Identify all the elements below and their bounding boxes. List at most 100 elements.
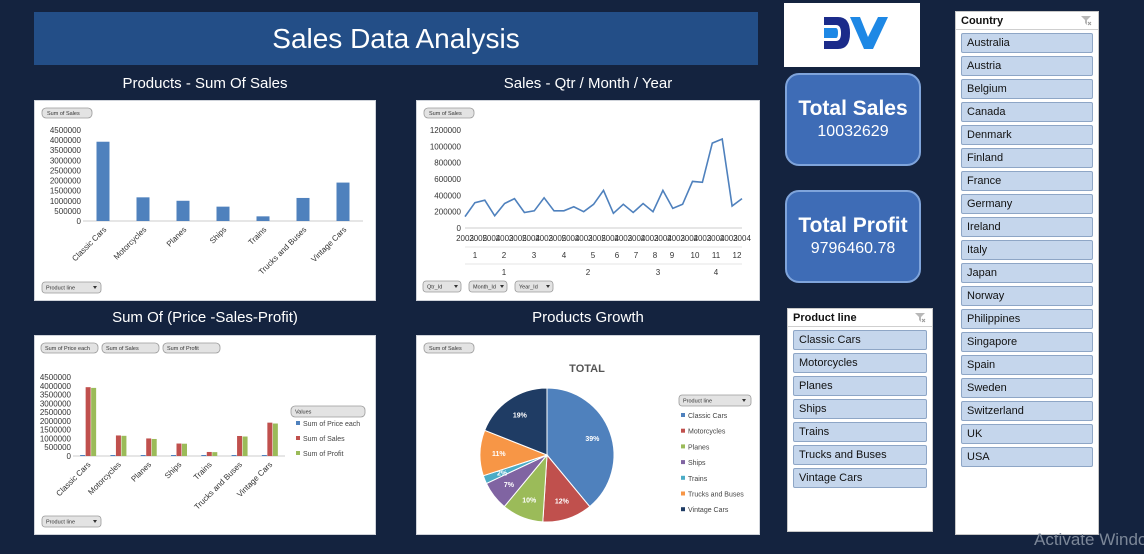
country-slicer[interactable]: Country Australia Austria Belgium Canada Den… [955, 11, 1099, 535]
product-line-legend-filter[interactable]: Product line [678, 394, 752, 407]
legend-swatch [681, 507, 685, 512]
bar[interactable] [110, 455, 116, 456]
bar[interactable] [85, 387, 91, 456]
bar[interactable] [201, 455, 207, 456]
field-button[interactable]: Sum of Sales [101, 342, 160, 354]
product-slicer-item-classic-cars[interactable]: Classic Cars [793, 330, 927, 350]
bar[interactable] [91, 387, 97, 456]
price-sales-profit-title: Sum Of (Price -Sales-Profit) [112, 309, 298, 326]
field-button[interactable]: Sum of Profit [162, 342, 221, 354]
bar[interactable] [216, 206, 230, 221]
month-tick-label: 2 [502, 251, 507, 260]
bar[interactable] [176, 200, 190, 221]
bar[interactable] [261, 455, 267, 456]
field-button-label: Sum of Sales [106, 346, 139, 352]
country-slicer-item-japan[interactable]: Japan [961, 263, 1093, 283]
country-slicer-item-norway[interactable]: Norway [961, 286, 1093, 306]
country-slicer-item-canada[interactable]: Canada [961, 102, 1093, 122]
bar[interactable] [176, 443, 182, 456]
axis-field-filter-monthid[interactable]: Month_Id [468, 280, 508, 293]
sales-line-series [464, 137, 743, 218]
country-slicer-item-usa[interactable]: USA [961, 447, 1093, 467]
products-growth-chart[interactable]: Sum of Sales TOTAL 39% 12% 10% 7% 2% 11% 19% P… [416, 335, 760, 535]
country-slicer-item-belgium[interactable]: Belgium [961, 79, 1093, 99]
bar[interactable] [212, 452, 218, 456]
bar[interactable] [136, 197, 150, 221]
bar[interactable] [151, 438, 157, 456]
products-sales-title: Products - Sum Of Sales [122, 75, 288, 92]
month-tick-label: 9 [670, 251, 675, 260]
x-tick-label: Trains [247, 225, 269, 247]
legend-label: Ships [688, 460, 706, 467]
country-slicer-item-denmark[interactable]: Denmark [961, 125, 1093, 145]
country-slicer-item-australia[interactable]: Australia [961, 33, 1093, 53]
product-slicer-item-trains[interactable]: Trains [793, 422, 927, 442]
filter-label: Qtr_Id [427, 285, 442, 291]
country-slicer-item-austria[interactable]: Austria [961, 56, 1093, 76]
y-tick-label: 3500000 [50, 146, 82, 155]
axis-field-filter-yearid[interactable]: Year_Id [514, 280, 554, 293]
product-slicer-item-ships[interactable]: Ships [793, 399, 927, 419]
y-tick-label: 0 [77, 217, 82, 226]
x-tick-label: Classic Cars [54, 460, 92, 498]
sales-time-chart[interactable]: Sum of Sales 1200000 1000000 800000 600000 4… [416, 100, 760, 301]
bar[interactable] [115, 435, 121, 456]
product-slicer-item-vintage-cars[interactable]: Vintage Cars [793, 468, 927, 488]
field-button-sum-of-sales[interactable]: Sum of Sales [423, 342, 475, 354]
product-line-filter[interactable]: Product line [41, 281, 102, 294]
product-slicer-item-planes[interactable]: Planes [793, 376, 927, 396]
legend-filter-label: Product line [683, 399, 712, 405]
clear-filter-icon[interactable] [914, 312, 926, 323]
axis-field-filter-qtrid[interactable]: Qtr_Id [422, 280, 462, 293]
pie-data-label: 12% [555, 498, 570, 505]
bar[interactable] [237, 435, 243, 456]
bar[interactable] [80, 455, 86, 456]
bar[interactable] [272, 423, 278, 456]
bar[interactable] [206, 451, 212, 456]
bar[interactable] [296, 197, 310, 221]
bar[interactable] [96, 141, 110, 221]
field-button-label: Sum of Price each [45, 346, 90, 352]
country-slicer-item-switzerland[interactable]: Switzerland [961, 401, 1093, 421]
x-tick-label: Motorcycles [112, 225, 149, 262]
bar[interactable] [336, 182, 350, 221]
clear-filter-icon[interactable] [1080, 15, 1092, 26]
field-button-sum-of-sales[interactable]: Sum of Sales [423, 107, 475, 119]
values-legend-button[interactable]: Values [290, 405, 366, 418]
field-button[interactable]: Sum of Price each [40, 342, 99, 354]
field-button-sum-of-sales[interactable]: Sum of Sales [41, 107, 93, 119]
country-slicer-item-ireland[interactable]: Ireland [961, 217, 1093, 237]
product-slicer-item-motorcycles[interactable]: Motorcycles [793, 353, 927, 373]
bar[interactable] [182, 443, 187, 456]
country-slicer-item-singapore[interactable]: Singapore [961, 332, 1093, 352]
y-tick-label: 500000 [44, 443, 71, 452]
y-tick-label: 0 [457, 224, 462, 233]
bar[interactable] [121, 435, 127, 456]
month-tick-label: 6 [615, 251, 620, 260]
country-slicer-item-uk[interactable]: UK [961, 424, 1093, 444]
field-button-label: Sum of Sales [429, 346, 462, 352]
bar[interactable] [242, 436, 248, 456]
bar[interactable] [140, 455, 146, 456]
bar[interactable] [267, 422, 273, 456]
products-sales-chart[interactable]: Sum of Sales 4500000 4000000 3500000 300000… [34, 100, 376, 301]
country-slicer-item-sweden[interactable]: Sweden [961, 378, 1093, 398]
sales-time-title: Sales - Qtr / Month / Year [503, 75, 673, 92]
product-slicer-item-trucks-and-buses[interactable]: Trucks and Buses [793, 445, 927, 465]
bar[interactable] [231, 455, 237, 456]
bar[interactable] [171, 455, 176, 456]
country-slicer-item-germany[interactable]: Germany [961, 194, 1093, 214]
country-slicer-item-spain[interactable]: Spain [961, 355, 1093, 375]
total-profit-value: 9796460.78 [810, 240, 896, 257]
country-slicer-item-italy[interactable]: Italy [961, 240, 1093, 260]
product-line-slicer[interactable]: Product line Classic Cars Motorcycles Plan… [787, 308, 933, 532]
year-tick-label: 2004 [733, 234, 751, 243]
bar[interactable] [146, 438, 152, 456]
total-profit-card: Total Profit 9796460.78 [785, 190, 921, 283]
price-sales-profit-chart[interactable]: Sum of Price each Sum of Sales Sum of Prof… [34, 335, 376, 535]
bar[interactable] [256, 216, 270, 221]
country-slicer-item-finland[interactable]: Finland [961, 148, 1093, 168]
country-slicer-item-philippines[interactable]: Philippines [961, 309, 1093, 329]
product-line-filter[interactable]: Product line [41, 515, 102, 528]
country-slicer-item-france[interactable]: France [961, 171, 1093, 191]
